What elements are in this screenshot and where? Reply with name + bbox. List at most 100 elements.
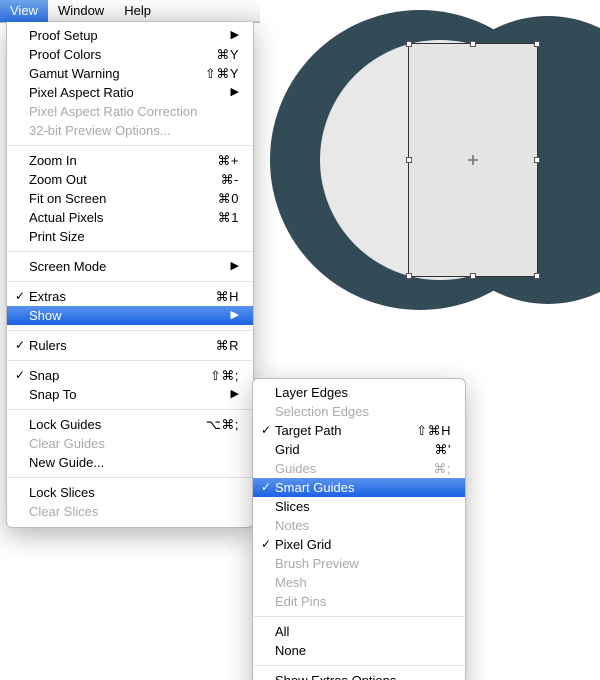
- view-menu-item-snap-to[interactable]: Snap To▶: [7, 385, 253, 404]
- view-menu-item-new-guide[interactable]: New Guide...: [7, 453, 253, 472]
- view-menu-item-screen-mode[interactable]: Screen Mode▶: [7, 257, 253, 276]
- transform-handle[interactable]: [534, 41, 540, 47]
- menu-item-label: Screen Mode: [27, 259, 227, 274]
- show-submenu-item-guides: Guides⌘;: [253, 459, 465, 478]
- menu-item-shortcut: ⌥⌘;: [194, 417, 239, 433]
- transform-center-icon[interactable]: [468, 155, 478, 165]
- view-menu-item-lock-guides[interactable]: Lock Guides⌥⌘;: [7, 415, 253, 434]
- canvas-artwork: [270, 10, 590, 330]
- menu-item-label: Extras: [27, 289, 204, 304]
- transform-handle[interactable]: [470, 273, 476, 279]
- view-menu-item-lock-slices[interactable]: Lock Slices: [7, 483, 253, 502]
- view-menu-item-rulers[interactable]: ✓Rulers⌘R: [7, 336, 253, 355]
- menubar: ViewWindowHelp: [0, 0, 260, 23]
- submenu-arrow-icon: ▶: [227, 83, 239, 102]
- view-menu-item-actual-pixels[interactable]: Actual Pixels⌘1: [7, 208, 253, 227]
- menu-item-shortcut: ⌘R: [204, 338, 239, 354]
- show-submenu-item-target-path[interactable]: ✓Target Path⇧⌘H: [253, 421, 465, 440]
- view-menu-item-proof-setup[interactable]: Proof Setup▶: [7, 26, 253, 45]
- dark-circle-shape: [270, 10, 570, 310]
- menubar-item-view[interactable]: View: [0, 0, 48, 22]
- view-menu: Proof Setup▶Proof Colors⌘YGamut Warning⇧…: [6, 22, 254, 528]
- show-submenu-item-none[interactable]: None: [253, 641, 465, 660]
- checkmark-icon: ✓: [13, 287, 27, 306]
- menu-item-shortcut: ⌘H: [204, 289, 239, 305]
- menu-item-shortcut: ⌘Y: [204, 47, 239, 63]
- menu-item-shortcut: ⇧⌘;: [198, 368, 239, 384]
- show-submenu-item-grid[interactable]: Grid⌘': [253, 440, 465, 459]
- view-menu-item-fit-on-screen[interactable]: Fit on Screen⌘0: [7, 189, 253, 208]
- show-submenu-item-show-extras-options[interactable]: Show Extras Options...: [253, 671, 465, 680]
- view-menu-item-zoom-out[interactable]: Zoom Out⌘-: [7, 170, 253, 189]
- transform-handle[interactable]: [406, 41, 412, 47]
- menu-item-label: Notes: [273, 518, 451, 533]
- checkmark-icon: ✓: [259, 478, 273, 497]
- transform-handle[interactable]: [534, 273, 540, 279]
- menu-item-label: Brush Preview: [273, 556, 451, 571]
- menu-item-shortcut: ⌘-: [209, 172, 239, 188]
- show-submenu-item-slices[interactable]: Slices: [253, 497, 465, 516]
- show-submenu-item-pixel-grid[interactable]: ✓Pixel Grid: [253, 535, 465, 554]
- show-submenu-item-notes: Notes: [253, 516, 465, 535]
- menu-item-label: Pixel Grid: [273, 537, 451, 552]
- checkmark-icon: ✓: [13, 336, 27, 355]
- menu-item-label: Snap To: [27, 387, 227, 402]
- transform-handle[interactable]: [470, 41, 476, 47]
- view-menu-item-clear-slices: Clear Slices: [7, 502, 253, 521]
- selected-rectangle[interactable]: [408, 43, 538, 277]
- view-menu-item-pixel-aspect-ratio-correction: Pixel Aspect Ratio Correction: [7, 102, 253, 121]
- show-submenu-item-selection-edges: Selection Edges: [253, 402, 465, 421]
- view-menu-separator: [8, 145, 252, 146]
- submenu-arrow-icon: ▶: [227, 306, 239, 325]
- show-submenu-item-mesh: Mesh: [253, 573, 465, 592]
- show-submenu-item-smart-guides[interactable]: ✓Smart Guides: [253, 478, 465, 497]
- menu-item-label: Fit on Screen: [27, 191, 206, 206]
- menu-item-label: Smart Guides: [273, 480, 451, 495]
- view-menu-separator: [8, 251, 252, 252]
- menu-item-label: Layer Edges: [273, 385, 451, 400]
- view-menu-item-zoom-in[interactable]: Zoom In⌘+: [7, 151, 253, 170]
- view-menu-item-proof-colors[interactable]: Proof Colors⌘Y: [7, 45, 253, 64]
- view-menu-item-gamut-warning[interactable]: Gamut Warning⇧⌘Y: [7, 64, 253, 83]
- view-menu-separator: [8, 281, 252, 282]
- menu-item-shortcut: ⌘1: [206, 210, 239, 226]
- view-menu-item-32-bit-preview-options: 32-bit Preview Options...: [7, 121, 253, 140]
- view-menu-separator: [8, 477, 252, 478]
- view-menu-item-clear-guides: Clear Guides: [7, 434, 253, 453]
- menubar-item-help[interactable]: Help: [114, 0, 161, 22]
- menu-item-shortcut: ⇧⌘H: [404, 423, 451, 439]
- menu-item-label: Target Path: [273, 423, 404, 438]
- light-crescent-shape: [320, 40, 560, 280]
- show-submenu-item-all[interactable]: All: [253, 622, 465, 641]
- menu-item-shortcut: ⌘+: [205, 153, 239, 169]
- menubar-item-window[interactable]: Window: [48, 0, 114, 22]
- menu-item-label: Pixel Aspect Ratio Correction: [27, 104, 239, 119]
- view-menu-item-extras[interactable]: ✓Extras⌘H: [7, 287, 253, 306]
- menu-item-label: Gamut Warning: [27, 66, 193, 81]
- show-submenu-separator: [254, 665, 464, 666]
- show-submenu-item-layer-edges[interactable]: Layer Edges: [253, 383, 465, 402]
- show-submenu: Layer EdgesSelection Edges✓Target Path⇧⌘…: [252, 378, 466, 680]
- view-menu-separator: [8, 360, 252, 361]
- menu-item-label: All: [273, 624, 451, 639]
- menu-item-label: Proof Setup: [27, 28, 227, 43]
- transform-handle[interactable]: [534, 157, 540, 163]
- menu-item-label: Lock Slices: [27, 485, 239, 500]
- menu-item-label: 32-bit Preview Options...: [27, 123, 239, 138]
- view-menu-item-print-size[interactable]: Print Size: [7, 227, 253, 246]
- menu-item-label: None: [273, 643, 451, 658]
- view-menu-item-show[interactable]: Show▶: [7, 306, 253, 325]
- menu-item-shortcut: ⌘0: [206, 191, 239, 207]
- menu-item-label: Zoom Out: [27, 172, 209, 187]
- menu-item-shortcut: ⇧⌘Y: [193, 66, 239, 82]
- view-menu-item-snap[interactable]: ✓Snap⇧⌘;: [7, 366, 253, 385]
- view-menu-item-pixel-aspect-ratio[interactable]: Pixel Aspect Ratio▶: [7, 83, 253, 102]
- menu-item-label: Mesh: [273, 575, 451, 590]
- transform-handle[interactable]: [406, 273, 412, 279]
- transform-handle[interactable]: [406, 157, 412, 163]
- menu-item-label: Grid: [273, 442, 423, 457]
- menu-item-label: Clear Slices: [27, 504, 239, 519]
- menu-item-label: Guides: [273, 461, 421, 476]
- menu-item-label: Selection Edges: [273, 404, 451, 419]
- menu-item-label: Lock Guides: [27, 417, 194, 432]
